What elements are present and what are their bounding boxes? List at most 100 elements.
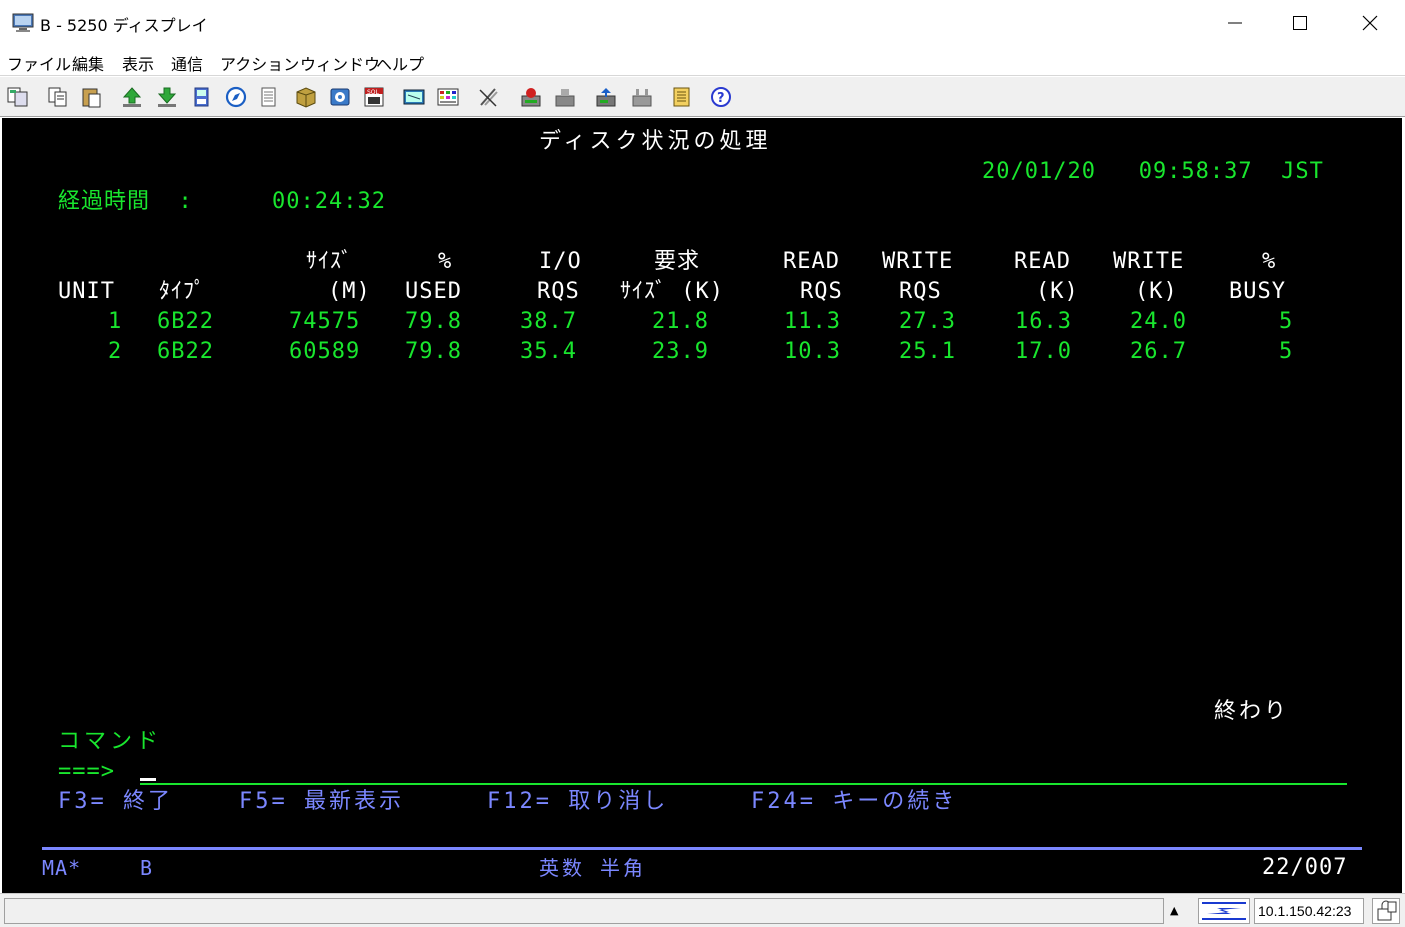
header-write-rqs: RQS [899, 279, 942, 304]
oia-divider [42, 847, 1362, 850]
keyboard-map-icon[interactable] [328, 86, 352, 108]
connect-icon[interactable] [594, 86, 618, 108]
header-read-k-unit: (K) [1036, 279, 1079, 304]
row2-write-k: 26.7 [1130, 339, 1187, 364]
datetime: 20/01/20 09:58:37 JST [982, 159, 1324, 184]
status-bar: ▲ 10.1.150.42:23 [0, 893, 1405, 927]
row1-io: 38.7 [520, 309, 577, 334]
maximize-button[interactable] [1265, 0, 1335, 46]
header-write: WRITE [882, 249, 954, 274]
disconnect-icon[interactable] [630, 86, 654, 108]
header-size: ｻｲｽﾞ [306, 249, 354, 274]
playback-icon[interactable] [224, 86, 248, 108]
menu-window[interactable]: ウィンドウ [300, 51, 380, 75]
fkey-f3[interactable]: F3= 終了 [58, 790, 173, 814]
header-size-unit: (M) [328, 279, 371, 304]
display-options-icon[interactable] [402, 86, 426, 108]
oia-cursor-pos: 22/007 [1262, 855, 1348, 880]
header-unit: UNIT [58, 279, 115, 304]
row1-unit: 1 [108, 309, 123, 334]
row2-size: 60589 [289, 339, 361, 364]
text-cursor [140, 778, 156, 781]
fkey-f24[interactable]: F24= キーの続き [751, 790, 957, 814]
help-icon[interactable]: ? [709, 86, 733, 108]
oia-status: MA* [42, 856, 82, 880]
session-lock-status [1372, 898, 1400, 924]
macro-icon[interactable] [294, 86, 318, 108]
sql-icon[interactable]: SQL [362, 86, 386, 108]
header-write-k-unit: (K) [1135, 279, 1178, 304]
header-read-rqs: RQS [800, 279, 843, 304]
oia-session: B [140, 856, 154, 880]
header-write-k: WRITE [1113, 249, 1185, 274]
menu-view[interactable]: 表示 [122, 51, 154, 75]
header-used-pct: % [438, 249, 453, 274]
copy-append-icon[interactable] [46, 86, 70, 108]
row1-type: 6B22 [157, 309, 214, 334]
screen-title: ディスク状況の処理 [539, 129, 772, 154]
record-icon[interactable] [190, 86, 214, 108]
monitor-icon [12, 13, 34, 32]
row2-write: 25.1 [899, 339, 956, 364]
header-read-k: READ [1014, 249, 1071, 274]
fkey-f12[interactable]: F12= 取り消し [487, 790, 668, 814]
row2-unit: 2 [108, 339, 123, 364]
header-busy-pct: % [1262, 249, 1277, 274]
lock-icon [1377, 900, 1397, 921]
row2-read: 10.3 [784, 339, 841, 364]
command-label: コマンド [58, 729, 163, 754]
row1-req: 21.8 [652, 309, 709, 334]
paste-icon[interactable] [80, 86, 104, 108]
minimize-button[interactable] [1200, 0, 1270, 46]
host-address: 10.1.150.42:23 [1254, 898, 1364, 924]
row2-req: 23.9 [652, 339, 709, 364]
copy-icon[interactable] [6, 86, 30, 108]
svg-text:?: ? [717, 91, 725, 106]
row1-used: 79.8 [405, 309, 462, 334]
send-file-icon[interactable] [120, 86, 144, 108]
command-prompt: ===> [58, 759, 115, 784]
terminal-screen[interactable]: ディスク状況の処理 20/01/20 09:58:37 JST 経過時間 : 0… [2, 118, 1402, 893]
header-request: 要求 [654, 249, 701, 274]
row1-size: 74575 [289, 309, 361, 334]
close-button[interactable] [1335, 0, 1405, 46]
row2-io: 35.4 [520, 339, 577, 364]
connection-status [1198, 898, 1250, 924]
header-read: READ [783, 249, 840, 274]
fkey-f5[interactable]: F5= 最新表示 [239, 790, 404, 814]
end-label: 終わり [1214, 699, 1290, 724]
close-icon [1362, 15, 1378, 31]
start-session-icon[interactable] [519, 86, 543, 108]
header-req-size: ｻｲｽﾞ (K) [620, 279, 724, 304]
menu-bar: ファイル 編集 表示 通信 アクション ウィンドウ ヘルプ [0, 46, 1405, 76]
minimize-icon [1228, 22, 1242, 24]
menu-communication[interactable]: 通信 [171, 51, 203, 75]
print-screen-icon[interactable] [258, 86, 282, 108]
window-title: B - 5250 ディスプレイ [40, 16, 208, 35]
color-map-icon[interactable] [436, 86, 460, 108]
header-io: I/O [539, 249, 582, 274]
notes-icon[interactable] [670, 86, 694, 108]
stop-session-icon[interactable] [553, 86, 577, 108]
row1-busy: 5 [1279, 309, 1294, 334]
menu-file[interactable]: ファイル [7, 51, 71, 75]
tools-icon[interactable] [477, 86, 501, 108]
elapsed-value: 00:24:32 [272, 189, 386, 214]
command-input[interactable] [140, 783, 1347, 785]
elapsed-label: 経過時間 : [58, 189, 193, 214]
row1-write: 27.3 [899, 309, 956, 334]
menu-edit[interactable]: 編集 [72, 51, 104, 75]
menu-help[interactable]: ヘルプ [376, 51, 424, 75]
row2-type: 6B22 [157, 339, 214, 364]
row1-read-k: 16.3 [1015, 309, 1072, 334]
row2-used: 79.8 [405, 339, 462, 364]
row1-write-k: 24.0 [1130, 309, 1187, 334]
receive-file-icon[interactable] [155, 86, 179, 108]
menu-actions[interactable]: アクション [220, 51, 299, 75]
svg-text:SQL: SQL [367, 89, 380, 96]
maximize-icon [1293, 16, 1307, 30]
scroll-up-icon[interactable]: ▲ [1170, 904, 1178, 917]
row1-read: 11.3 [784, 309, 841, 334]
toolbar: SQL ? [0, 77, 1405, 117]
row2-read-k: 17.0 [1015, 339, 1072, 364]
